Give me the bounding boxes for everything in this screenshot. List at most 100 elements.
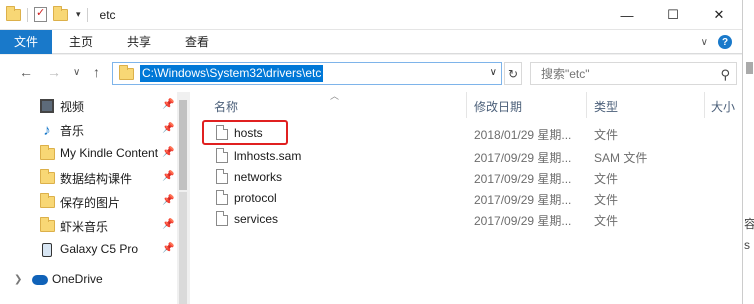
title-bar: ▾ etc — ☐ ✕ bbox=[0, 0, 742, 30]
file-type: 文件 bbox=[594, 193, 619, 207]
sidebar-item-galaxy[interactable]: Galaxy C5 Pro 📌 bbox=[0, 238, 176, 262]
file-icon bbox=[216, 190, 228, 205]
folder-icon[interactable] bbox=[6, 5, 21, 21]
search-box[interactable]: ⚲ bbox=[530, 62, 737, 85]
sidebar-item-kindle[interactable]: My Kindle Content 📌 bbox=[0, 142, 176, 166]
refresh-button[interactable]: ↻ bbox=[504, 62, 522, 85]
background-window-edge: 容 s bbox=[742, 0, 754, 304]
file-type: 文件 bbox=[594, 128, 619, 142]
pin-icon: 📌 bbox=[162, 99, 175, 110]
sidebar-item-saved-pictures[interactable]: 保存的图片 📌 bbox=[0, 190, 176, 214]
forward-button[interactable]: → bbox=[47, 64, 61, 80]
folder-icon bbox=[39, 145, 55, 160]
quick-access-toolbar: ▾ bbox=[0, 5, 88, 22]
sidebar-item-label: 保存的图片 bbox=[60, 196, 121, 210]
file-list: ︿ 名称 修改日期 类型 大小 hosts 2018/01/29 星期... 文… bbox=[190, 91, 742, 304]
file-name: networks bbox=[234, 170, 283, 184]
phone-icon bbox=[42, 243, 52, 257]
file-type: 文件 bbox=[594, 172, 619, 186]
background-text: 容 bbox=[744, 217, 754, 231]
file-type: 文件 bbox=[594, 214, 619, 228]
file-date: 2017/09/29 星期... bbox=[474, 214, 572, 228]
column-name[interactable]: 名称 bbox=[214, 98, 238, 115]
sidebar-item-label: 视频 bbox=[60, 100, 85, 114]
sort-up-icon: ︿ bbox=[330, 91, 340, 101]
tab-file[interactable]: 文件 bbox=[0, 29, 52, 54]
file-row-networks[interactable]: networks 2017/09/29 星期... 文件 bbox=[190, 167, 742, 188]
sidebar-item-xiami-music[interactable]: 虾米音乐 📌 bbox=[0, 214, 176, 238]
new-folder-icon[interactable] bbox=[53, 5, 68, 21]
column-headers: ︿ 名称 修改日期 类型 大小 bbox=[190, 91, 742, 118]
chevron-right-icon[interactable]: ❯ bbox=[14, 274, 22, 285]
background-text: s bbox=[744, 238, 750, 252]
file-date: 2017/09/29 星期... bbox=[474, 193, 572, 207]
search-input[interactable] bbox=[541, 66, 711, 81]
pin-icon: 📌 bbox=[162, 243, 175, 254]
properties-icon[interactable] bbox=[34, 6, 47, 22]
toolbar-divider bbox=[27, 7, 28, 22]
sidebar-item-videos[interactable]: 视频 📌 bbox=[0, 94, 176, 118]
file-row-services[interactable]: services 2017/09/29 星期... 文件 bbox=[190, 209, 742, 230]
pin-icon: 📌 bbox=[162, 171, 175, 182]
minimize-button[interactable]: — bbox=[604, 0, 650, 30]
folder-icon bbox=[39, 169, 55, 184]
sidebar-item-label: 音乐 bbox=[60, 124, 85, 138]
file-date: 2017/09/29 星期... bbox=[474, 172, 572, 186]
recent-locations-button[interactable]: ∨ bbox=[73, 67, 80, 78]
column-date[interactable]: 修改日期 bbox=[474, 98, 522, 115]
file-name: services bbox=[234, 212, 279, 226]
column-divider[interactable] bbox=[466, 92, 467, 118]
navigation-bar: ← → ∨ ↑ C:\Windows\System32\drivers\etc … bbox=[0, 55, 742, 92]
pin-icon: 📌 bbox=[162, 219, 175, 230]
video-icon bbox=[40, 99, 54, 113]
cloud-icon bbox=[32, 275, 48, 285]
maximize-button[interactable]: ☐ bbox=[650, 0, 696, 30]
sidebar-item-label: My Kindle Content bbox=[60, 146, 159, 160]
file-type: SAM 文件 bbox=[594, 151, 648, 165]
toolbar-divider bbox=[86, 7, 88, 22]
address-path[interactable]: C:\Windows\System32\drivers\etc bbox=[140, 65, 324, 82]
sidebar-item-onedrive[interactable]: ❯ OneDrive bbox=[0, 268, 176, 292]
tab-share[interactable]: 共享 bbox=[110, 30, 168, 54]
column-size[interactable]: 大小 bbox=[711, 98, 735, 115]
search-icon[interactable]: ⚲ bbox=[720, 67, 730, 83]
sidebar-scrollbar-track bbox=[179, 192, 187, 304]
tab-home[interactable]: 主页 bbox=[52, 30, 110, 54]
folder-icon bbox=[39, 217, 55, 232]
file-date: 2017/09/29 星期... bbox=[474, 151, 572, 165]
file-row-protocol[interactable]: protocol 2017/09/29 星期... 文件 bbox=[190, 188, 742, 209]
navigation-pane: 视频 📌 ♪ 音乐 📌 My Kindle Content 📌 数据结构课件 📌… bbox=[0, 92, 189, 304]
folder-icon bbox=[39, 193, 55, 208]
up-button[interactable]: ↑ bbox=[93, 64, 100, 80]
close-button[interactable]: ✕ bbox=[696, 0, 742, 30]
tab-view[interactable]: 查看 bbox=[168, 30, 226, 54]
pin-icon: 📌 bbox=[162, 195, 175, 206]
file-name: protocol bbox=[234, 191, 277, 205]
back-button[interactable]: ← bbox=[19, 64, 33, 80]
sidebar-item-label: 数据结构课件 bbox=[60, 172, 133, 186]
music-icon: ♪ bbox=[43, 121, 51, 139]
help-icon[interactable]: ? bbox=[718, 35, 732, 49]
pin-icon: 📌 bbox=[162, 147, 175, 158]
window-controls: — ☐ ✕ bbox=[604, 0, 742, 30]
column-divider[interactable] bbox=[586, 92, 587, 118]
file-icon bbox=[216, 169, 228, 184]
sidebar-item-label: Galaxy C5 Pro bbox=[60, 242, 139, 256]
sidebar-item-data-structures[interactable]: 数据结构课件 📌 bbox=[0, 166, 176, 190]
file-name: lmhosts.sam bbox=[234, 149, 302, 163]
pin-icon: 📌 bbox=[162, 123, 175, 134]
ribbon-controls: ∨ ? bbox=[701, 35, 732, 49]
address-bar[interactable]: C:\Windows\System32\drivers\etc ∨ bbox=[112, 62, 502, 85]
column-divider[interactable] bbox=[704, 92, 705, 118]
file-row-lmhosts[interactable]: lmhosts.sam 2017/09/29 星期... SAM 文件 bbox=[190, 146, 742, 167]
chevron-down-icon[interactable]: ∨ bbox=[490, 67, 497, 78]
customize-toolbar-icon[interactable]: ▾ bbox=[76, 9, 81, 20]
file-icon bbox=[216, 148, 228, 163]
sidebar-item-music[interactable]: ♪ 音乐 📌 bbox=[0, 118, 176, 142]
ribbon-tabs: 文件 主页 共享 查看 ∨ ? bbox=[0, 29, 742, 54]
file-icon bbox=[216, 211, 228, 226]
column-type[interactable]: 类型 bbox=[594, 98, 618, 115]
sidebar-scrollbar-thumb[interactable] bbox=[179, 100, 187, 190]
sidebar-item-label: OneDrive bbox=[52, 272, 103, 286]
chevron-down-icon[interactable]: ∨ bbox=[701, 37, 708, 48]
